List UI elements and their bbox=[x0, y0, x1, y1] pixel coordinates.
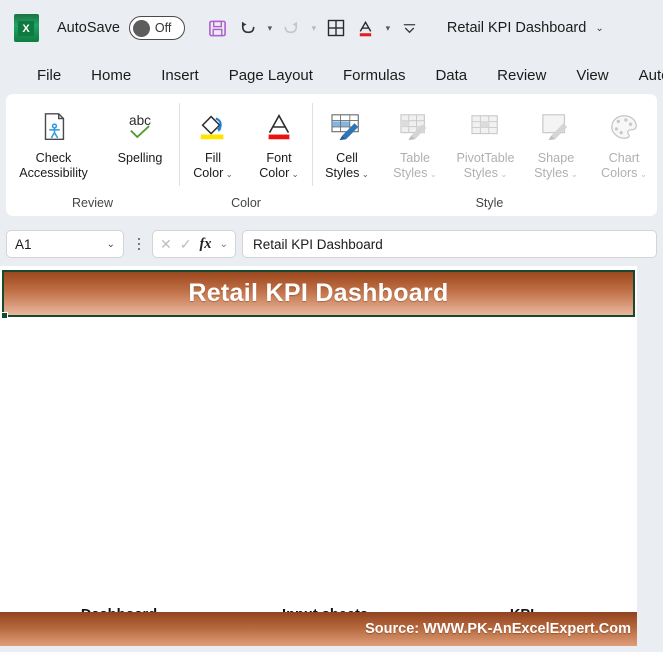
enter-check-icon[interactable]: ✓ bbox=[180, 236, 192, 253]
name-box-value: A1 bbox=[15, 236, 32, 252]
font-color-label-2: Color bbox=[259, 166, 290, 180]
tab-insert[interactable]: Insert bbox=[146, 64, 214, 87]
font-color-icon bbox=[262, 105, 296, 149]
fill-color-label-2: Color bbox=[193, 166, 224, 180]
table-styles-icon bbox=[398, 105, 432, 149]
fill-color-chevron-down-icon[interactable]: ⌄ bbox=[223, 169, 233, 179]
fill-color-button[interactable]: Fill Color ⌄ bbox=[180, 99, 246, 182]
cell-styles-icon bbox=[330, 105, 364, 149]
fill-handle[interactable] bbox=[1, 312, 8, 319]
formula-value: Retail KPI Dashboard bbox=[252, 236, 383, 252]
font-color-chevron-down-icon[interactable]: ⌄ bbox=[289, 169, 299, 179]
check-accessibility-icon bbox=[37, 105, 71, 149]
source-bar: Source: WWW.PK-AnExcelExpert.Com bbox=[0, 612, 637, 646]
table-styles-button: Table Styles ⌄ bbox=[381, 99, 449, 182]
toggle-knob bbox=[132, 19, 150, 37]
redo-icon bbox=[277, 12, 307, 44]
redo-chevron-down-icon: ▾ bbox=[311, 22, 317, 33]
pivottable-styles-label-2: Styles bbox=[463, 166, 498, 180]
shape-styles-button: Shape Styles ⌄ bbox=[522, 99, 590, 182]
formula-bar: A1 ⌄ ✕ ✓ fx ⌄ Retail KPI Dashboard bbox=[0, 222, 663, 266]
fill-color-icon bbox=[196, 105, 230, 149]
chart-colors-icon bbox=[607, 105, 641, 149]
chart-colors-button: Chart Colors ⌄ bbox=[590, 99, 657, 182]
spelling-abc-icon: abc bbox=[120, 105, 160, 149]
spelling-button[interactable]: abc Spelling bbox=[101, 99, 179, 166]
tab-view[interactable]: View bbox=[561, 64, 623, 87]
shape-styles-icon bbox=[539, 105, 573, 149]
cell-styles-chevron-down-icon[interactable]: ⌄ bbox=[359, 169, 369, 179]
name-box[interactable]: A1 ⌄ bbox=[6, 230, 124, 258]
chart-colors-chevron-down-icon: ⌄ bbox=[637, 169, 647, 179]
fill-color-label-1: Fill bbox=[204, 151, 222, 165]
worksheet-canvas[interactable]: Retail KPI Dashboard Dashboard Dashboard… bbox=[0, 266, 637, 646]
undo-icon[interactable] bbox=[233, 12, 263, 44]
ribbon: Check Accessibility abc Spelling Review … bbox=[0, 94, 663, 222]
formula-bar-controls: ✕ ✓ fx ⌄ bbox=[152, 230, 236, 258]
pivottable-styles-button: PivotTable Styles ⌄ bbox=[449, 99, 522, 182]
shape-styles-label-2: Styles bbox=[534, 166, 569, 180]
borders-icon[interactable] bbox=[321, 12, 351, 44]
dashboard-title-text: Retail KPI Dashboard bbox=[188, 279, 449, 307]
quick-access-toolbar: ▾ ▾ ▾ bbox=[203, 12, 425, 44]
ribbon-group-color: Fill Color ⌄ Font Color ⌄ Color bbox=[180, 94, 312, 216]
dashboard-title-cell[interactable]: Retail KPI Dashboard bbox=[1, 270, 635, 319]
table-styles-label-2: Styles bbox=[393, 166, 428, 180]
name-box-chevron-down-icon[interactable]: ⌄ bbox=[107, 239, 115, 250]
shape-styles-label-1: Shape bbox=[537, 151, 575, 165]
tab-automate[interactable]: Auto bbox=[624, 64, 663, 87]
document-title-chevron-down-icon[interactable]: ⌄ bbox=[595, 23, 603, 34]
ribbon-group-style: Cell Styles ⌄ Table Styles ⌄ PivotTable … bbox=[313, 94, 657, 216]
save-icon[interactable] bbox=[203, 12, 233, 44]
customize-qat-icon[interactable] bbox=[395, 12, 425, 44]
excel-icon: X bbox=[14, 14, 39, 42]
cancel-x-icon[interactable]: ✕ bbox=[160, 236, 172, 253]
font-color-button[interactable]: Font Color ⌄ bbox=[246, 99, 312, 182]
undo-chevron-down-icon[interactable]: ▾ bbox=[263, 12, 277, 44]
document-title-area[interactable]: Retail KPI Dashboard ⌄ bbox=[447, 20, 604, 36]
formula-chevron-down-icon[interactable]: ⌄ bbox=[220, 239, 228, 250]
table-styles-chevron-down-icon: ⌄ bbox=[427, 169, 437, 179]
formula-bar-more-icon[interactable] bbox=[128, 230, 150, 258]
autosave-label: AutoSave bbox=[57, 20, 120, 36]
source-bar-text: Source: WWW.PK-AnExcelExpert.Com bbox=[365, 621, 631, 637]
document-title: Retail KPI Dashboard bbox=[446, 20, 587, 36]
pivottable-styles-icon bbox=[469, 105, 503, 149]
tab-data[interactable]: Data bbox=[420, 64, 482, 87]
font-color-chevron-down-icon[interactable]: ▾ bbox=[381, 12, 395, 44]
pivottable-styles-label-1: PivotTable bbox=[456, 151, 515, 165]
font-color-label-1: Font bbox=[266, 151, 292, 165]
worksheet-area: Retail KPI Dashboard Dashboard Dashboard… bbox=[0, 266, 663, 646]
ribbon-group-label-style: Style bbox=[475, 196, 504, 210]
ribbon-group-label-color: Color bbox=[231, 196, 261, 210]
table-styles-label-1: Table bbox=[399, 151, 431, 165]
svg-text:abc: abc bbox=[129, 113, 151, 128]
tab-formulas[interactable]: Formulas bbox=[328, 64, 421, 87]
spelling-label: Spelling bbox=[117, 151, 163, 165]
insert-function-icon[interactable]: fx bbox=[199, 236, 211, 253]
tab-home[interactable]: Home bbox=[76, 64, 146, 87]
chart-colors-label-2: Colors bbox=[601, 166, 638, 180]
cell-styles-label-2: Styles bbox=[325, 166, 360, 180]
formula-input[interactable]: Retail KPI Dashboard bbox=[241, 230, 657, 258]
ribbon-group-label-review: Review bbox=[72, 196, 113, 210]
tab-page-layout[interactable]: Page Layout bbox=[214, 64, 328, 87]
shape-styles-chevron-down-icon: ⌄ bbox=[568, 169, 578, 179]
pivottable-styles-chevron-down-icon: ⌄ bbox=[497, 169, 508, 179]
right-gutter bbox=[637, 266, 663, 646]
tab-file[interactable]: File bbox=[22, 64, 76, 87]
tab-review[interactable]: Review bbox=[482, 64, 561, 87]
ribbon-group-review: Check Accessibility abc Spelling Review bbox=[6, 94, 179, 216]
cell-styles-button[interactable]: Cell Styles ⌄ bbox=[313, 99, 381, 182]
chart-colors-label-1: Chart bbox=[608, 151, 640, 165]
autosave-toggle[interactable]: Off bbox=[128, 16, 185, 40]
font-color-icon[interactable] bbox=[351, 12, 381, 44]
check-accessibility-button[interactable]: Check Accessibility bbox=[6, 99, 101, 181]
check-accessibility-label-1: Check bbox=[35, 151, 72, 165]
check-accessibility-label-2: Accessibility bbox=[19, 166, 88, 180]
cell-styles-label-1: Cell bbox=[336, 151, 358, 165]
ribbon-tab-bar: File Home Insert Page Layout Formulas Da… bbox=[0, 56, 663, 94]
title-bar: X AutoSave Off ▾ ▾ ▾ Retail KPI Dashboar… bbox=[0, 0, 663, 56]
autosave-state: Off bbox=[154, 21, 172, 35]
